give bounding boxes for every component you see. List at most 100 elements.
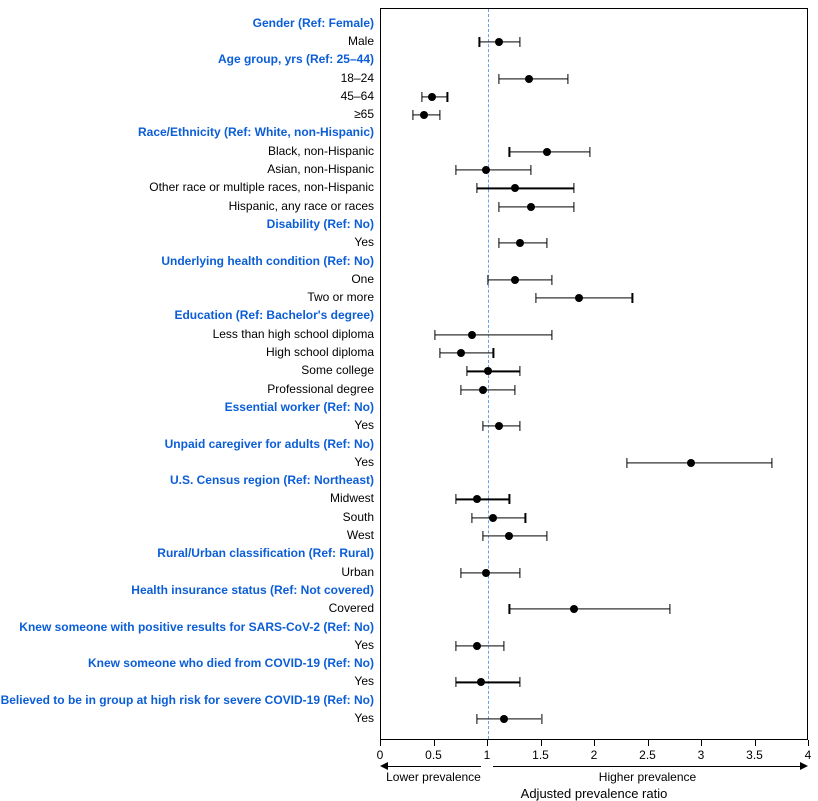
error-bar-cap (520, 568, 521, 578)
row-label: Male (348, 34, 374, 48)
row-label: Urban (341, 565, 374, 579)
row-label: Yes (354, 638, 374, 652)
error-bar (472, 517, 526, 518)
error-bar-cap (520, 421, 521, 431)
error-bar-cap (461, 385, 462, 395)
error-bar-cap (455, 677, 456, 687)
error-bar-cap (509, 147, 510, 157)
error-bar-cap (487, 275, 488, 285)
error-bar-cap (525, 513, 526, 523)
error-bar (536, 298, 632, 299)
error-bar-cap (552, 330, 553, 340)
x-tick (648, 740, 649, 746)
error-bar-cap (482, 421, 483, 431)
error-bar-cap (482, 531, 483, 541)
group-header: Race/Ethnicity (Ref: White, non-Hispanic… (138, 125, 374, 139)
error-bar-cap (573, 183, 574, 193)
row-label: ≥65 (354, 107, 374, 121)
row-label: South (343, 510, 374, 524)
error-bar-cap (455, 494, 456, 504)
x-tick (701, 740, 702, 746)
error-bar-cap (477, 183, 478, 193)
x-tick (487, 740, 488, 746)
x-tick-label: 0.5 (425, 748, 442, 762)
row-label: Covered (329, 601, 374, 615)
error-bar-cap (509, 604, 510, 614)
error-bar (435, 334, 553, 335)
row-label: Yes (354, 235, 374, 249)
error-bar-cap (541, 714, 542, 724)
error-bar-cap (573, 202, 574, 212)
error-bar-cap (546, 238, 547, 248)
error-bar-cap (530, 165, 531, 175)
x-tick-label: 1.5 (532, 748, 549, 762)
group-header: Knew someone with positive results for S… (19, 620, 374, 634)
x-axis-title: Adjusted prevalence ratio (521, 786, 668, 801)
group-header: Essential worker (Ref: No) (225, 400, 374, 414)
error-bar-cap (455, 165, 456, 175)
error-bar-cap (546, 531, 547, 541)
group-header: Knew someone who died from COVID-19 (Ref… (88, 656, 374, 670)
forest-plot: Gender (Ref: Female) Male Age group, yrs (… (0, 0, 818, 800)
error-bar-cap (421, 92, 422, 102)
error-bar (627, 462, 771, 463)
error-bar (499, 206, 574, 207)
error-bar-cap (447, 92, 448, 102)
error-bar (499, 78, 569, 79)
row-label: Yes (354, 674, 374, 688)
x-tick-label: 0 (377, 748, 384, 762)
group-header: Health insurance status (Ref: Not covere… (131, 583, 374, 597)
error-bar-cap (434, 330, 435, 340)
row-label: Yes (354, 711, 374, 725)
x-tick (755, 740, 756, 746)
error-bar-cap (479, 37, 480, 47)
error-bar (456, 169, 531, 170)
error-bar (461, 389, 515, 390)
error-bar (461, 572, 520, 573)
plot-area (380, 8, 808, 740)
error-bar-cap (552, 275, 553, 285)
error-bar-cap (466, 366, 467, 376)
error-bar (467, 371, 521, 372)
error-bar (477, 718, 541, 719)
error-bar (483, 535, 547, 536)
group-header: Gender (Ref: Female) (253, 16, 374, 30)
error-bar (477, 188, 573, 189)
row-label: West (347, 528, 374, 542)
annotation-lower: Lower prevalence (386, 770, 481, 784)
error-bar-cap (536, 293, 537, 303)
error-bar-cap (632, 293, 633, 303)
error-bar-cap (509, 494, 510, 504)
y-axis-labels: Gender (Ref: Female) Male Age group, yrs (… (0, 8, 374, 740)
x-tick (808, 740, 809, 746)
row-label: High school diploma (266, 345, 374, 359)
group-header: Age group, yrs (Ref: 25–44) (218, 52, 374, 66)
row-label: Yes (354, 455, 374, 469)
row-label: Hispanic, any race or races (229, 199, 374, 213)
row-label: Black, non-Hispanic (268, 144, 374, 158)
error-bar-cap (514, 385, 515, 395)
group-header: Underlying health condition (Ref: No) (161, 254, 374, 268)
error-bar (456, 682, 520, 683)
error-bar-cap (589, 147, 590, 157)
error-bar (456, 499, 510, 500)
error-bar-cap (477, 714, 478, 724)
error-bar-cap (503, 641, 504, 651)
error-bar-cap (771, 458, 772, 468)
annotation-higher: Higher prevalence (599, 770, 696, 784)
group-header: Disability (Ref: No) (267, 217, 374, 231)
x-tick (380, 740, 381, 746)
error-bar-cap (471, 513, 472, 523)
row-label: 45–64 (341, 89, 374, 103)
group-header: U.S. Census region (Ref: Northeast) (170, 473, 374, 487)
row-label: One (351, 272, 374, 286)
error-bar-cap (439, 348, 440, 358)
row-label: Yes (354, 418, 374, 432)
error-bar (488, 279, 552, 280)
error-bar-cap (568, 74, 569, 84)
row-label: Less than high school diploma (213, 327, 374, 341)
group-header: Unpaid caregiver for adults (Ref: No) (165, 437, 374, 451)
error-bar-cap (520, 677, 521, 687)
error-bar-cap (455, 641, 456, 651)
group-header: Believed to be in group at high risk for… (1, 693, 374, 707)
